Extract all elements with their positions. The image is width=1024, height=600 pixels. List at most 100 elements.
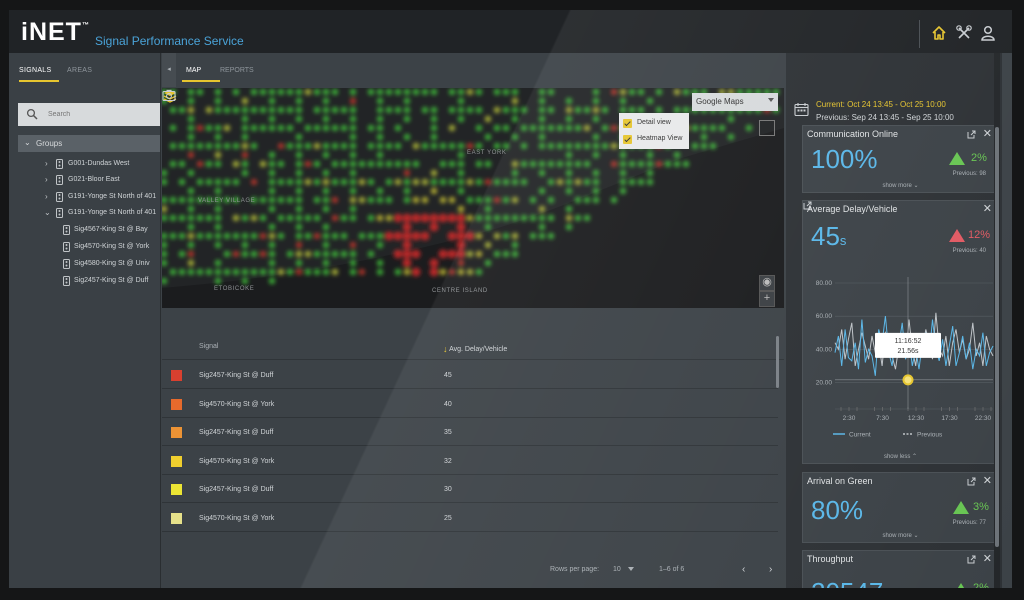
rows-per-page-select[interactable]: 10 xyxy=(613,566,621,573)
heat-point xyxy=(411,249,421,259)
collapse-sidebar-button[interactable]: ◂ xyxy=(162,53,176,87)
chevron-right-icon[interactable]: › xyxy=(45,192,48,201)
search-input[interactable] xyxy=(48,107,148,122)
map-place-label: ETOBICOKE xyxy=(214,286,255,292)
heat-point xyxy=(538,223,546,231)
table-row[interactable]: Sig2457-King St @ Duff 30 xyxy=(162,475,778,503)
heat-point xyxy=(197,161,203,167)
heat-point xyxy=(349,124,357,132)
groups-header[interactable]: ⌄ Groups xyxy=(18,135,160,152)
show-less-toggle[interactable]: show less ⌃ xyxy=(803,453,998,460)
popout-icon[interactable] xyxy=(967,130,976,139)
heat-point xyxy=(682,88,690,96)
heat-point xyxy=(322,250,330,258)
heat-point xyxy=(402,249,412,259)
chevron-down-icon[interactable] xyxy=(628,567,634,571)
heat-point xyxy=(214,133,222,141)
tree-group-item[interactable]: › G191-Yonge St North of 401 xyxy=(9,190,161,205)
tree-signal-item[interactable]: Sig4567-King St @ Bay xyxy=(9,223,161,238)
previous-page-button[interactable]: ‹ xyxy=(742,564,745,575)
heat-point xyxy=(187,268,195,276)
tree-signal-item[interactable]: Sig4580-King St @ Univ xyxy=(9,257,161,272)
heat-point xyxy=(286,88,294,96)
traffic-signal-icon xyxy=(63,225,70,235)
show-more-toggle[interactable]: show more ⌄ xyxy=(803,532,998,539)
heat-point xyxy=(402,213,412,223)
heat-point xyxy=(457,97,465,105)
heat-point xyxy=(592,133,600,141)
tab-reports[interactable]: REPORTS xyxy=(220,67,254,74)
tree-signal-item[interactable]: Sig2457-King St @ Duff xyxy=(9,274,161,289)
show-more-toggle[interactable]: show more ⌄ xyxy=(803,182,998,189)
home-icon[interactable] xyxy=(930,24,948,42)
user-icon[interactable] xyxy=(979,24,997,42)
tab-areas[interactable]: AREAS xyxy=(67,67,92,74)
heatmap-map[interactable]: EAST YORK ETOBICOKE CENTRE ISLAND VALLEY… xyxy=(162,88,784,308)
cell-signal: Sig2457-King St @ Duff xyxy=(199,372,274,379)
heat-point xyxy=(646,169,654,177)
column-header-delay[interactable]: ↓ Avg. Delay/Vehicle xyxy=(443,343,507,354)
table-row[interactable]: Sig4570-King St @ York 32 xyxy=(162,447,778,475)
heat-point xyxy=(241,124,249,132)
heat-point xyxy=(592,187,600,195)
table-row[interactable]: Sig4570-King St @ York 25 xyxy=(162,504,778,532)
tools-icon[interactable] xyxy=(955,24,973,42)
heat-point xyxy=(214,151,222,159)
chevron-right-icon[interactable]: › xyxy=(45,159,48,168)
page-range: 1–6 of 6 xyxy=(659,566,685,573)
close-icon[interactable]: ✕ xyxy=(983,127,992,140)
heat-point xyxy=(619,151,627,159)
heat-point xyxy=(646,151,654,159)
trend-up-icon xyxy=(949,152,965,165)
column-header-signal[interactable]: Signal xyxy=(199,343,218,350)
heat-point xyxy=(466,88,474,96)
date-range-previous[interactable]: Previous: Sep 24 13:45 - Sep 25 10:00 xyxy=(816,113,954,122)
heat-point xyxy=(448,178,456,186)
heat-point xyxy=(565,214,573,222)
heat-point xyxy=(162,232,168,240)
layer-option-detail[interactable]: Detail view xyxy=(623,117,687,131)
heat-point xyxy=(412,88,420,96)
heat-point xyxy=(295,97,303,105)
table-row[interactable]: Sig2457-King St @ Duff 35 xyxy=(162,418,778,446)
next-page-button[interactable]: › xyxy=(769,564,772,575)
heat-point xyxy=(493,232,501,240)
calendar-icon[interactable] xyxy=(794,102,809,117)
chevron-down-icon[interactable]: ⌄ xyxy=(44,208,51,217)
fullscreen-button[interactable] xyxy=(759,120,775,136)
checkbox-checked[interactable] xyxy=(623,135,632,144)
zoom-in-button[interactable]: + xyxy=(759,291,775,307)
heat-point xyxy=(465,231,475,241)
tree-group-item[interactable]: › G021-Bloor East xyxy=(9,173,161,188)
checkbox-checked[interactable] xyxy=(623,119,632,128)
heat-point xyxy=(439,268,447,276)
heat-point xyxy=(349,268,357,276)
table-row[interactable]: Sig4570-King St @ York 40 xyxy=(162,390,778,418)
chevron-right-icon[interactable]: › xyxy=(45,175,48,184)
tree-signal-item[interactable]: Sig4570-King St @ York xyxy=(9,240,161,255)
heat-point xyxy=(511,97,519,105)
close-icon[interactable]: ✕ xyxy=(983,552,992,565)
tab-map[interactable]: MAP xyxy=(186,67,201,74)
heat-point xyxy=(241,142,249,150)
camera-icon[interactable] xyxy=(162,88,176,102)
tree-group-item[interactable]: › G001-Dundas West xyxy=(9,157,161,172)
locate-button[interactable]: ◉ xyxy=(759,275,775,291)
heat-point xyxy=(214,241,222,249)
map-canvas[interactable] xyxy=(162,88,784,308)
heat-point xyxy=(565,178,573,186)
delay-line-chart[interactable]: 80.00 60.00 40.00 20.00 2:30 7:30 12:30 17:30 22… xyxy=(803,201,1000,465)
heat-point xyxy=(223,232,231,240)
popout-icon[interactable] xyxy=(967,477,976,486)
tab-signals[interactable]: SIGNALS xyxy=(19,67,51,74)
heat-point xyxy=(430,142,438,150)
tree-group-item[interactable]: ⌄ G191-Yonge St North of 401 xyxy=(9,206,161,221)
panel-scrollbar[interactable] xyxy=(995,127,999,547)
close-icon[interactable]: ✕ xyxy=(983,474,992,487)
popout-icon[interactable] xyxy=(967,555,976,564)
layer-option-heatmap[interactable]: Heatmap View xyxy=(623,133,687,147)
map-provider-select[interactable]: Google Maps xyxy=(692,93,778,111)
table-row[interactable]: Sig2457-King St @ Duff 45 xyxy=(162,361,778,389)
date-range-current[interactable]: Current: Oct 24 13:45 - Oct 25 10:00 xyxy=(816,100,946,109)
heat-point xyxy=(241,169,249,177)
